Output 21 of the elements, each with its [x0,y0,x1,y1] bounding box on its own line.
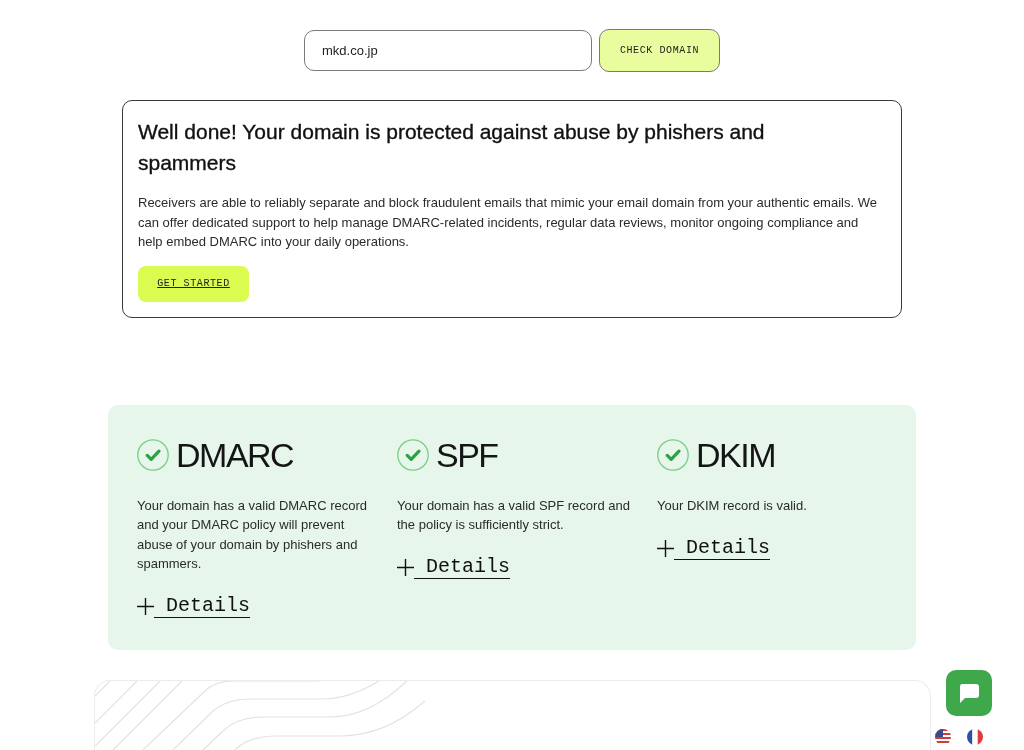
result-description: Receivers are able to reliably separate and block fraudulent emails that mimic your email domain from your authentic emails. We can offer dedicated support to help manage DMARC-related incidents, regular data reviews, monitor ongoing compliance and help embed DMARC into your daily operations. [138,194,878,251]
check-title: DKIM [696,436,775,473]
plus-icon [137,598,154,615]
plus-icon [657,539,674,557]
us-flag-icon[interactable] [935,729,951,745]
chat-button[interactable] [946,670,992,716]
details-link[interactable]: Details [657,536,770,560]
domain-input[interactable]: mkd.co.jp [304,30,592,71]
chat-bubble-icon [959,683,979,703]
check-domain-button[interactable]: CHECK DOMAIN [599,29,720,72]
get-started-button[interactable]: GET STARTED [138,265,249,302]
details-link[interactable]: Details [137,594,250,619]
result-title: Well done! Your domain is protected against abuse by phishers and spammers [138,119,766,176]
check-title: DMARC [176,436,294,473]
check-description: Your DKIM record is valid. [657,496,807,515]
plus-icon [397,559,414,576]
details-link[interactable]: Details [397,555,510,580]
france-flag-icon[interactable] [967,729,983,745]
check-description: Your domain has a valid SPF record and the policy is sufficiently strict. [397,496,631,534]
check-title: SPF [436,436,498,473]
check-description: Your domain has a valid DMARC record and your DMARC policy will prevent abuse of your domain by phishers and spammers. [137,496,368,573]
